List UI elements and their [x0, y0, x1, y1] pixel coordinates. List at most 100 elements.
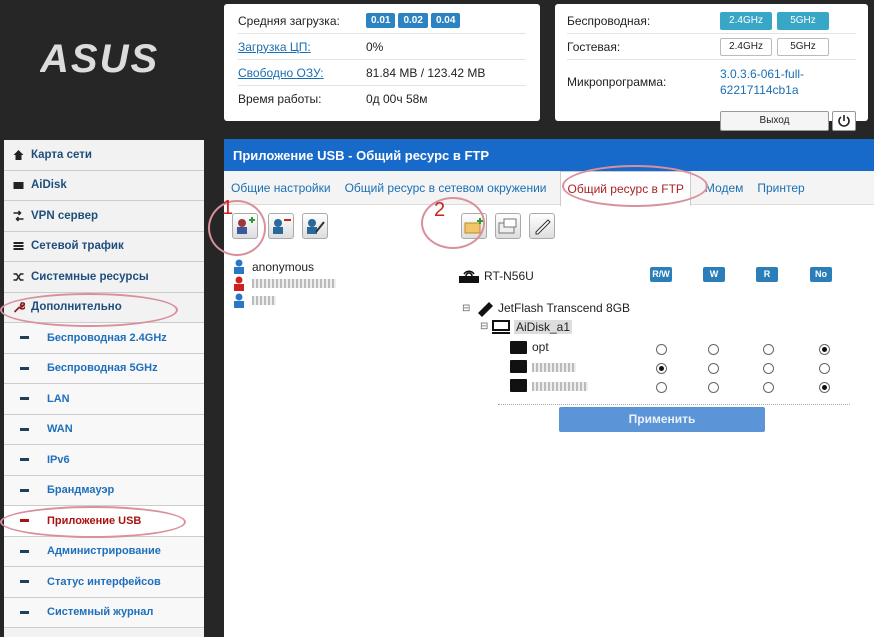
perm-header-w: W — [703, 267, 725, 282]
sidebar-sub-ipv6[interactable]: IPv6 — [4, 445, 204, 476]
radio-f2-w[interactable] — [708, 363, 719, 374]
radio-f3-rw[interactable] — [656, 382, 667, 393]
sidebar-sub-label: Беспроводная 2.4GHz — [47, 331, 167, 344]
sidebar-item-vpn[interactable]: VPN сервер — [4, 201, 204, 232]
tab-modem[interactable]: Модем — [705, 181, 743, 195]
radio-f2-no[interactable] — [819, 363, 830, 374]
page-title: Приложение USB - Общий ресурс в FTP — [224, 139, 874, 171]
sidebar-sub-label: Статус интерфейсов — [47, 575, 161, 588]
dash-icon — [20, 549, 29, 553]
radio-f2-r[interactable] — [763, 363, 774, 374]
tab-printer[interactable]: Принтер — [757, 181, 804, 195]
dash-icon — [20, 488, 29, 492]
sidebar-sub-syslog[interactable]: Системный журнал — [4, 597, 204, 628]
load-label: Средняя загрузка: — [238, 13, 340, 28]
annotation-1: 1 — [222, 197, 234, 219]
drive-icon — [492, 320, 510, 334]
delete-user-button[interactable] — [268, 213, 294, 239]
guest-24-toggle[interactable]: 2.4GHz — [720, 37, 772, 56]
radio-f2-rw[interactable] — [656, 363, 667, 374]
sidebar-item-aidisk[interactable]: AiDisk — [4, 171, 204, 201]
sidebar-sub-lan[interactable]: LAN — [4, 384, 204, 415]
sidebar-sub-label: Брандмауэр — [47, 484, 115, 497]
sidebar-sub-label: Беспроводная 5GHz — [47, 362, 158, 375]
logout-button[interactable]: Выход — [720, 111, 829, 131]
dash-icon — [20, 580, 29, 584]
folder-icon — [510, 360, 527, 373]
rename-folder-button[interactable] — [529, 213, 555, 239]
add-folder-button[interactable] — [461, 213, 487, 239]
redacted-folder — [532, 382, 588, 391]
firmware-link[interactable]: 3.0.3.6-061-full- 62217114cb1a — [720, 66, 804, 98]
sidebar-item-label: Системные ресурсы — [31, 270, 149, 283]
user-row-anonymous[interactable]: anonymous — [232, 258, 444, 275]
folder-icon — [510, 379, 527, 392]
cpu-link[interactable]: Загрузка ЦП: — [238, 40, 366, 54]
user-icon — [234, 293, 244, 308]
power-button[interactable] — [832, 111, 856, 131]
sidebar-item-traffic[interactable]: Сетевой трафик — [4, 232, 204, 262]
sidebar-sub-wireless-24[interactable]: Беспроводная 2.4GHz — [4, 323, 204, 354]
user-row-redacted-2[interactable] — [232, 292, 444, 309]
collapse-icon[interactable]: ⊟ — [480, 321, 488, 332]
redacted-name — [252, 296, 276, 305]
radio-f3-r[interactable] — [763, 382, 774, 393]
tab-samba[interactable]: Общий ресурс в сетевом окружении — [345, 181, 547, 195]
router-icon — [459, 270, 479, 283]
guest-label: Гостевая: — [567, 39, 621, 54]
dash-icon — [20, 427, 29, 431]
divider — [498, 404, 850, 405]
shuffle-icon — [13, 273, 24, 281]
sidebar-sub-firewall[interactable]: Брандмауэр — [4, 475, 204, 506]
sidebar-item-network-map[interactable]: Карта сети — [4, 140, 204, 171]
sidebar-sub-wan[interactable]: WAN — [4, 414, 204, 445]
sidebar-item-label: VPN сервер — [31, 209, 98, 222]
sidebar-item-label: Карта сети — [31, 148, 92, 161]
tab-ftp[interactable]: Общий ресурс в FTP — [560, 171, 691, 206]
user-name: anonymous — [252, 259, 315, 274]
sidebar-sub-if-status[interactable]: Статус интерфейсов — [4, 567, 204, 598]
tab-general[interactable]: Общие настройки — [231, 181, 331, 195]
apply-button[interactable]: Применить — [559, 407, 765, 432]
sidebar-item-label: AiDisk — [31, 179, 67, 192]
sidebar-item-resources[interactable]: Системные ресурсы — [4, 262, 204, 293]
user-icon — [234, 259, 244, 274]
perm-header-rw: R/W — [650, 267, 672, 282]
sidebar-item-label: Дополнительно — [31, 301, 122, 314]
guest-5-toggle[interactable]: 5GHz — [777, 37, 829, 56]
sidebar-sub-usb[interactable]: Приложение USB — [4, 506, 204, 537]
radio-opt-w[interactable] — [708, 344, 719, 355]
user-row-redacted-1[interactable] — [232, 275, 444, 292]
sidebar-item-advanced[interactable]: Дополнительно — [4, 293, 204, 323]
radio-f3-w[interactable] — [708, 382, 719, 393]
pencil-icon — [535, 219, 551, 235]
logo-text: ASUS — [40, 40, 159, 80]
delete-folder-button[interactable] — [495, 213, 521, 239]
sidebar: Карта сети AiDisk VPN сервер Сетевой тра… — [4, 140, 204, 637]
wireless-24-toggle[interactable]: 2.4GHz — [720, 11, 772, 30]
load-5: 0.02 — [398, 13, 428, 28]
radio-opt-no[interactable] — [819, 344, 830, 355]
folder-icon — [510, 341, 527, 354]
sidebar-sub-wireless-5[interactable]: Беспроводная 5GHz — [4, 353, 204, 384]
dash-icon — [20, 458, 29, 462]
sidebar-sub-label: Системный журнал — [47, 606, 154, 619]
ram-link[interactable]: Свободно ОЗУ: — [238, 66, 366, 80]
collapse-icon[interactable]: ⊟ — [462, 303, 470, 314]
wireless-5-toggle[interactable]: 5GHz — [777, 11, 829, 30]
partition-name[interactable]: AiDisk_a1 — [514, 320, 573, 334]
router-name: RT-N56U — [484, 269, 534, 283]
power-icon — [838, 115, 850, 127]
edit-user-button[interactable] — [302, 213, 328, 239]
traffic-icon — [13, 242, 24, 251]
ram-value: 81.84 MB / 123.42 MB — [366, 65, 486, 80]
add-user-button[interactable] — [232, 213, 258, 239]
radio-opt-rw[interactable] — [656, 344, 667, 355]
sidebar-sub-admin[interactable]: Администрирование — [4, 536, 204, 567]
radio-opt-r[interactable] — [763, 344, 774, 355]
user-icon — [234, 276, 244, 291]
firmware-line-1: 3.0.3.6-061-full- — [720, 67, 805, 81]
firmware-label: Микропрограмма: — [567, 75, 667, 89]
dash-icon — [20, 336, 29, 340]
radio-f3-no[interactable] — [819, 382, 830, 393]
